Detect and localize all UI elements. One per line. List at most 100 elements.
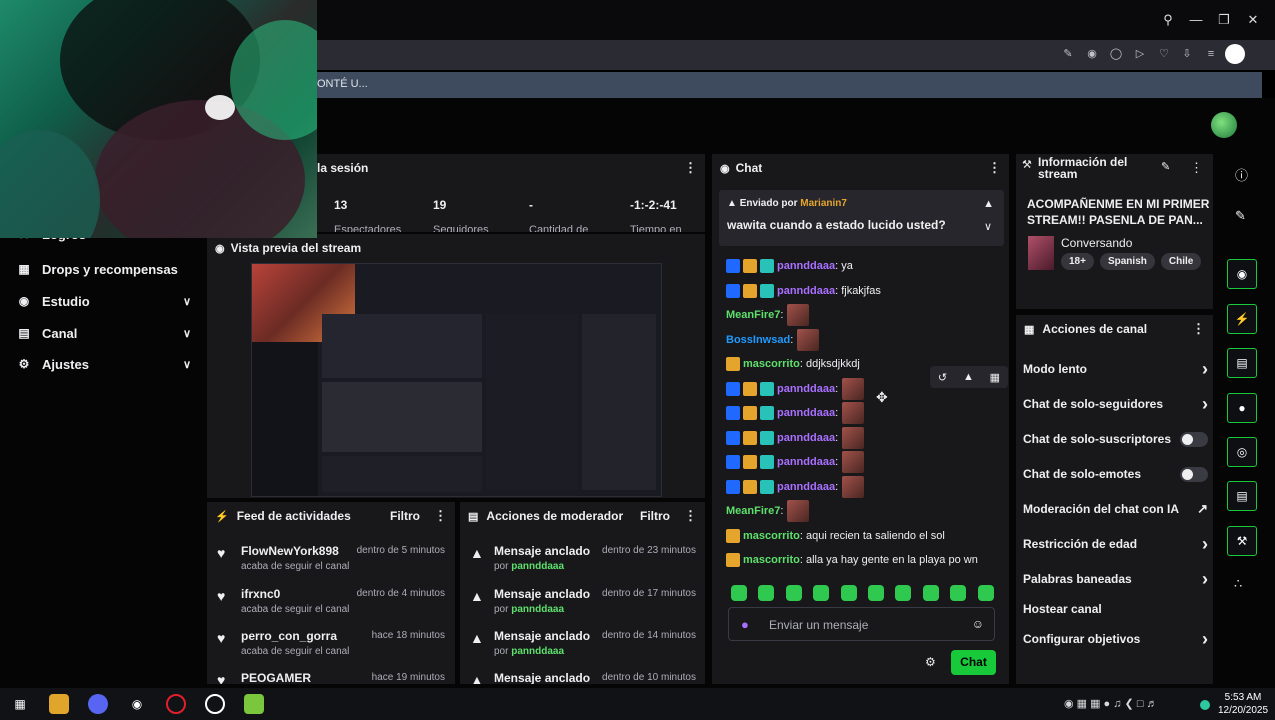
more-apps-icon[interactable]: ∴	[1234, 576, 1242, 592]
chat-username[interactable]: pannddaaa	[777, 285, 835, 297]
emote-icon[interactable]	[895, 585, 912, 601]
search-icon[interactable]: ⚲	[1160, 12, 1176, 28]
chat-username[interactable]: pannddaaa	[777, 407, 835, 419]
opera-icon[interactable]	[166, 694, 186, 714]
chat-username[interactable]: mascorrito	[743, 554, 800, 566]
chat-username[interactable]: pannddaaa	[777, 383, 835, 395]
filter-button[interactable]: Filtro	[390, 509, 420, 523]
tag[interactable]: 18+	[1061, 253, 1094, 270]
close-icon[interactable]: ✕	[1245, 12, 1261, 28]
chat-message[interactable]: mascorrito: aqui recien ta saliendo el s…	[726, 526, 945, 546]
channel-action-item[interactable]: Hostear canal	[1023, 599, 1208, 619]
chat-username[interactable]: mascorrito	[743, 530, 800, 542]
chat-username[interactable]: pannddaaa	[777, 481, 835, 493]
chat-message[interactable]: pannddaaa:	[726, 451, 865, 473]
sidebar-item-canal[interactable]: ▤ Canal ∨	[16, 321, 191, 345]
mod-item[interactable]: ▲ Mensaje anclado dentro de 14 minutos p…	[470, 629, 696, 669]
toggle-switch[interactable]	[1180, 466, 1208, 482]
mod-item[interactable]: ▲ Mensaje anclado dentro de 10 minutos	[470, 671, 696, 684]
info-icon[interactable]: ⓘ	[1235, 165, 1248, 184]
obs-icon[interactable]	[205, 694, 225, 714]
chat-icon[interactable]: ●	[1227, 393, 1257, 423]
shield-icon[interactable]: ◯	[1109, 47, 1123, 61]
chat-username[interactable]: BossInwsad	[726, 334, 790, 346]
chat-message[interactable]: pannddaaa:	[726, 402, 865, 424]
chat-username[interactable]: mascorrito	[743, 358, 800, 370]
chat-message[interactable]: pannddaaa: ya	[726, 256, 853, 276]
gear-icon[interactable]: ⚙	[925, 655, 936, 669]
heart-icon[interactable]: ♡	[1157, 47, 1171, 61]
emote-icon[interactable]	[785, 585, 802, 601]
chat-message[interactable]: MeanFire7:	[726, 500, 810, 522]
chat-message[interactable]: MeanFire7:	[726, 304, 810, 326]
sidebar-item-drops[interactable]: ▦ Drops y recompensas	[16, 257, 191, 281]
channel-action-item[interactable]: Chat de solo-emotes	[1023, 464, 1208, 484]
more-options-icon[interactable]: ⋮	[1190, 160, 1203, 176]
feed-item[interactable]: ♥ FlowNewYork898 dentro de 5 minutos aca…	[217, 544, 445, 584]
edit-icon[interactable]: ✎	[1161, 160, 1170, 173]
feed-item[interactable]: ♥ perro_con_gorra hace 18 minutos acaba …	[217, 629, 445, 669]
layout-icon[interactable]: ▤	[1227, 481, 1257, 511]
chat-message[interactable]: BossInwsad:	[726, 328, 820, 351]
channel-action-item[interactable]: Palabras baneadas ›	[1023, 569, 1208, 589]
chat-username[interactable]: MeanFire7	[726, 505, 780, 517]
chat-message[interactable]: pannddaaa:	[726, 426, 865, 449]
download-icon[interactable]: ⇩	[1180, 47, 1194, 61]
channel-action-item[interactable]: Chat de solo-seguidores ›	[1023, 394, 1208, 414]
bolt-icon[interactable]: ⚡	[1227, 304, 1257, 334]
reply-icon[interactable]: ↺	[938, 371, 947, 384]
emote-icon[interactable]	[922, 585, 939, 601]
microphone-icon[interactable]: ●	[741, 617, 749, 632]
edit-icon[interactable]: ✎	[1061, 47, 1075, 61]
chat-username[interactable]: pannddaaa	[777, 260, 835, 272]
unpin-icon[interactable]: ▲	[983, 198, 994, 210]
tray-icons[interactable]: ◉ ▦ ▦ ● ♫ ❮ □ ♬	[1064, 697, 1158, 710]
document-icon[interactable]: ▤	[1227, 348, 1257, 378]
filter-button[interactable]: Filtro	[640, 509, 670, 523]
sidebar-item-estudio[interactable]: ◉ Estudio ∨	[16, 289, 191, 313]
chat-message[interactable]: pannddaaa:	[726, 475, 865, 498]
app-icon[interactable]	[244, 694, 264, 714]
emoji-icon[interactable]: ☺	[972, 617, 984, 631]
minimize-icon[interactable]: —	[1188, 12, 1204, 28]
send-chat-button[interactable]: Chat	[951, 650, 996, 675]
mod-item[interactable]: ▲ Mensaje anclado dentro de 23 minutos p…	[470, 544, 696, 584]
windows-start-icon[interactable]: ▦	[10, 694, 30, 714]
channel-action-item[interactable]: Restricción de edad ›	[1023, 534, 1208, 554]
pinned-message[interactable]: ▲ Enviado por Marianin7 wawita cuando a …	[719, 190, 1004, 246]
chat-message[interactable]: pannddaaa: fjkakjfas	[726, 281, 881, 301]
profile-icon[interactable]	[1225, 44, 1245, 64]
chat-username[interactable]: pannddaaa	[777, 456, 835, 468]
more-options-icon[interactable]: ⋮	[684, 508, 697, 524]
broadcast-icon[interactable]: ◎	[1227, 437, 1257, 467]
camera-icon[interactable]: ◉	[1085, 47, 1099, 61]
tag[interactable]: Chile	[1160, 253, 1202, 270]
sidebar-item-ajustes[interactable]: ⚙ Ajustes ∨	[16, 352, 191, 376]
chat-username[interactable]: MeanFire7	[726, 309, 780, 321]
pin-icon[interactable]: ▲	[963, 371, 974, 383]
discord-icon[interactable]	[88, 694, 108, 714]
channel-action-item[interactable]: Moderación del chat con IA ↗	[1023, 499, 1208, 519]
play-icon[interactable]: ▷	[1133, 47, 1147, 61]
mod-item[interactable]: ▲ Mensaje anclado dentro de 17 minutos p…	[470, 587, 696, 627]
file-explorer-icon[interactable]	[49, 694, 69, 714]
channel-action-item[interactable]: Chat de solo-suscriptores	[1023, 429, 1208, 449]
emote-icon[interactable]	[813, 585, 830, 601]
maximize-icon[interactable]: ❐	[1216, 12, 1232, 28]
emote-icon[interactable]	[840, 585, 857, 601]
emote-icon[interactable]	[950, 585, 967, 601]
avatar[interactable]	[1211, 112, 1237, 138]
delete-icon[interactable]: ▦	[990, 371, 1000, 384]
menu-icon[interactable]: ≡	[1204, 47, 1218, 61]
wrench-icon[interactable]: ⚒	[1227, 526, 1257, 556]
chat-input[interactable]: ● Enviar un mensaje ☺	[728, 607, 995, 641]
camera-icon[interactable]: ◉	[1227, 259, 1257, 289]
emote-icon[interactable]	[731, 585, 747, 601]
chat-message[interactable]: mascorrito: ddjksdjkkdj	[726, 354, 860, 374]
emote-icon[interactable]	[868, 585, 884, 601]
emote-icon[interactable]	[977, 585, 994, 601]
chevron-down-icon[interactable]: ∨	[984, 220, 992, 233]
chat-message[interactable]: pannddaaa:	[726, 377, 865, 400]
clock[interactable]: 5:53 AM 12/20/2025	[1218, 691, 1268, 717]
feed-item[interactable]: ♥ PEOGAMER hace 19 minutos	[217, 671, 445, 684]
